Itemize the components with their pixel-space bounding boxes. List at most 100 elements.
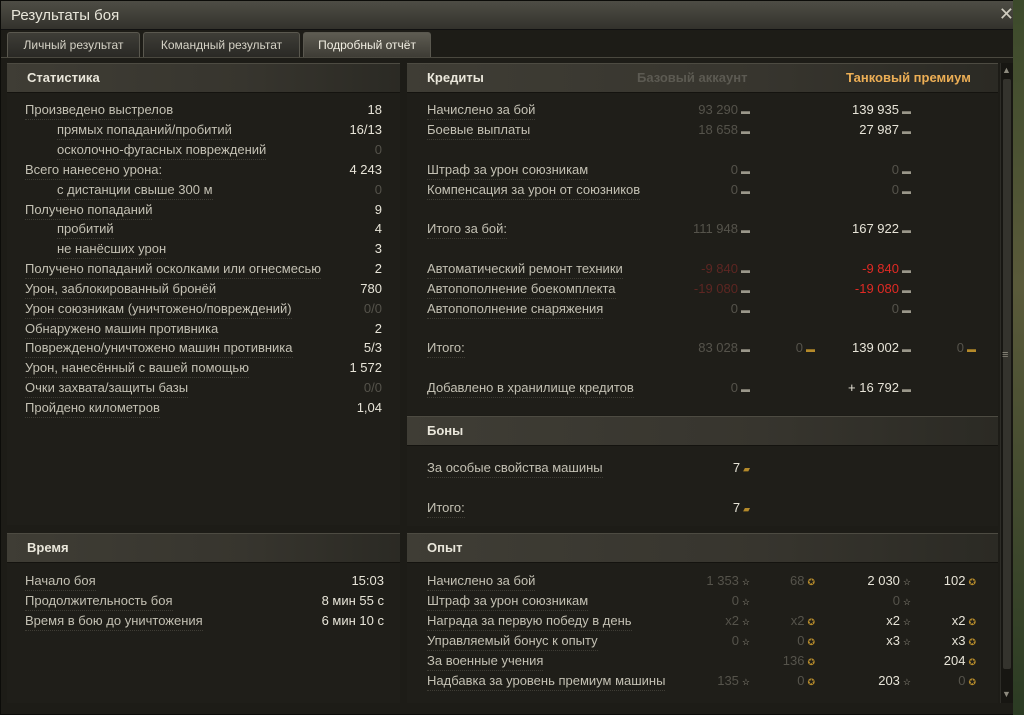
stat-row: с дистанции свыше 300 м 0 [7, 180, 400, 200]
time-panel: Время Начало боя 15:03 Продолжительность б… [7, 533, 400, 703]
credit-icon: ▬ [902, 166, 911, 176]
value-cell: 4 [375, 221, 382, 236]
stat-label: Повреждено/уничтожено машин противника [25, 340, 293, 358]
value-cell: 1 353 ☆ [706, 573, 750, 588]
stat-label: с дистанции свыше 300 м [57, 182, 213, 200]
value-text: x3 [886, 633, 900, 648]
bond-label: Итого: [427, 500, 465, 518]
premium-account-header: Танковый премиум [846, 70, 971, 85]
value-cell: 0 ▬ [731, 301, 750, 316]
scroll-down-icon[interactable]: ▼ [1002, 689, 1011, 699]
value-cell: x3 ☆ [886, 633, 911, 648]
value-cell: 0 [375, 142, 382, 157]
value-text: -19 080 [693, 281, 738, 296]
value-text: -9 840 [701, 261, 738, 276]
scroll-thumb[interactable] [1003, 79, 1011, 669]
credits-header: Кредиты Базовый аккаунт Танковый премиум [407, 63, 998, 93]
stat-label: Получено попаданий осколками или огнесме… [25, 261, 321, 279]
value-text: 1 353 [706, 573, 739, 588]
value-text: 0 [795, 340, 803, 355]
value-text: -19 080 [854, 281, 899, 296]
value-text: 0 [374, 142, 382, 157]
credit-row: Итого за бой: 111 948 ▬ 167 922 ▬ [407, 219, 998, 239]
stat-row: Очки захвата/защиты базы 0/0 [7, 378, 400, 398]
stat-label: Урон, заблокированный бронёй [25, 281, 217, 299]
bonds-panel: Боны За особые свойства машины 7 ▰ Итого: 7 ▰ [407, 416, 998, 526]
xp-star-icon: ☆ [741, 677, 750, 687]
scroll-grip-icon: ≡ [1002, 349, 1009, 361]
credit-icon: ▬ [741, 285, 750, 295]
xp-star-icon: ☆ [902, 597, 911, 607]
stat-row: прямых попаданий/пробитий 16/13 [7, 120, 400, 140]
credit-icon: ▬ [902, 384, 911, 394]
tab-personal-result[interactable]: Личный результат [7, 32, 140, 57]
value-cell: 0 ▬ [892, 182, 911, 197]
value-cell: 780 [360, 281, 382, 296]
stat-row: осколочно-фугасных повреждений 0 [7, 140, 400, 160]
value-text: 0 [731, 593, 739, 608]
tab-team-result[interactable]: Командный результат [143, 32, 300, 57]
stat-label: прямых попаданий/пробитий [57, 122, 232, 140]
value-cell: 0 ☆ [893, 593, 911, 608]
credit-icon: ▬ [902, 265, 911, 275]
credit-icon: ▬ [741, 106, 750, 116]
credit-icon: ▬ [741, 186, 750, 196]
value-cell: -9 840 ▬ [862, 261, 911, 276]
credit-icon: ▬ [741, 344, 750, 354]
xp-header: Опыт [407, 533, 998, 563]
gold-icon: ▬ [967, 344, 976, 354]
xp-star-icon: ☆ [741, 577, 750, 587]
value-text: 204 [943, 653, 966, 668]
value-text: 139 935 [852, 102, 899, 117]
xp-star-icon: ☆ [741, 597, 750, 607]
stat-label: Очки захвата/защиты базы [25, 380, 189, 398]
value-cell: 7 ▰ [733, 500, 750, 515]
value-cell: 0 ▬ [892, 162, 911, 177]
xp-row: Награда за первую победу в день x2 ☆ x2 ✪ x2 ☆… [407, 611, 998, 631]
stat-row: Получено попаданий 9 [7, 200, 400, 220]
gold-icon: ▬ [806, 344, 815, 354]
close-icon[interactable]: ✕ [999, 4, 1014, 25]
time-label: Начало боя [25, 573, 96, 591]
value-cell: x2 ✪ [952, 613, 976, 628]
credit-icon: ▬ [741, 305, 750, 315]
bond-icon: ▰ [743, 504, 750, 514]
value-cell: 27 987 ▬ [859, 122, 911, 137]
value-text: 0 [730, 162, 738, 177]
value-text: 6 мин 10 с [321, 613, 384, 628]
scroll-up-icon[interactable]: ▲ [1002, 65, 1011, 75]
stat-row: Обнаружено машин противника 2 [7, 319, 400, 339]
free-xp-icon: ✪ [968, 577, 976, 587]
value-cell: 0 ▬ [731, 162, 750, 177]
window-title: Результаты боя [11, 7, 120, 24]
value-cell: x2 ✪ [791, 613, 815, 628]
value-text: 0 [730, 380, 738, 395]
value-cell: x3 ✪ [952, 633, 976, 648]
value-text: 0 [892, 593, 900, 608]
value-text: 102 [943, 573, 966, 588]
value-text: 780 [360, 281, 382, 296]
value-cell: 18 [368, 102, 382, 117]
scrollbar[interactable]: ▲ ≡ ▼ [1000, 63, 1014, 703]
value-cell: 136 ✪ [783, 653, 815, 668]
value-cell: 139 935 ▬ [852, 102, 911, 117]
value-text: 27 987 [859, 122, 899, 137]
value-text: + 16 792 [848, 380, 899, 395]
stat-label: Произведено выстрелов [25, 102, 174, 120]
value-text: x2 [725, 613, 739, 628]
value-cell: x2 ☆ [886, 613, 911, 628]
tab-detailed-report[interactable]: Подробный отчёт [303, 32, 431, 57]
bonds-header: Боны [407, 416, 998, 446]
value-text: 0/0 [363, 301, 382, 316]
bond-row: За особые свойства машины 7 ▰ [407, 458, 998, 478]
value-text: 83 028 [698, 340, 738, 355]
value-text: 1,04 [356, 400, 382, 415]
credits-panel: Кредиты Базовый аккаунт Танковый премиум… [407, 63, 998, 415]
credit-icon: ▬ [741, 166, 750, 176]
value-cell: 0 [375, 182, 382, 197]
value-text: 4 243 [349, 162, 382, 177]
time-row: Время в бою до уничтожения 6 мин 10 с [7, 611, 400, 631]
value-text: 167 922 [852, 221, 899, 236]
bond-icon: ▰ [743, 464, 750, 474]
stat-label: не нанёсших урон [57, 241, 167, 259]
